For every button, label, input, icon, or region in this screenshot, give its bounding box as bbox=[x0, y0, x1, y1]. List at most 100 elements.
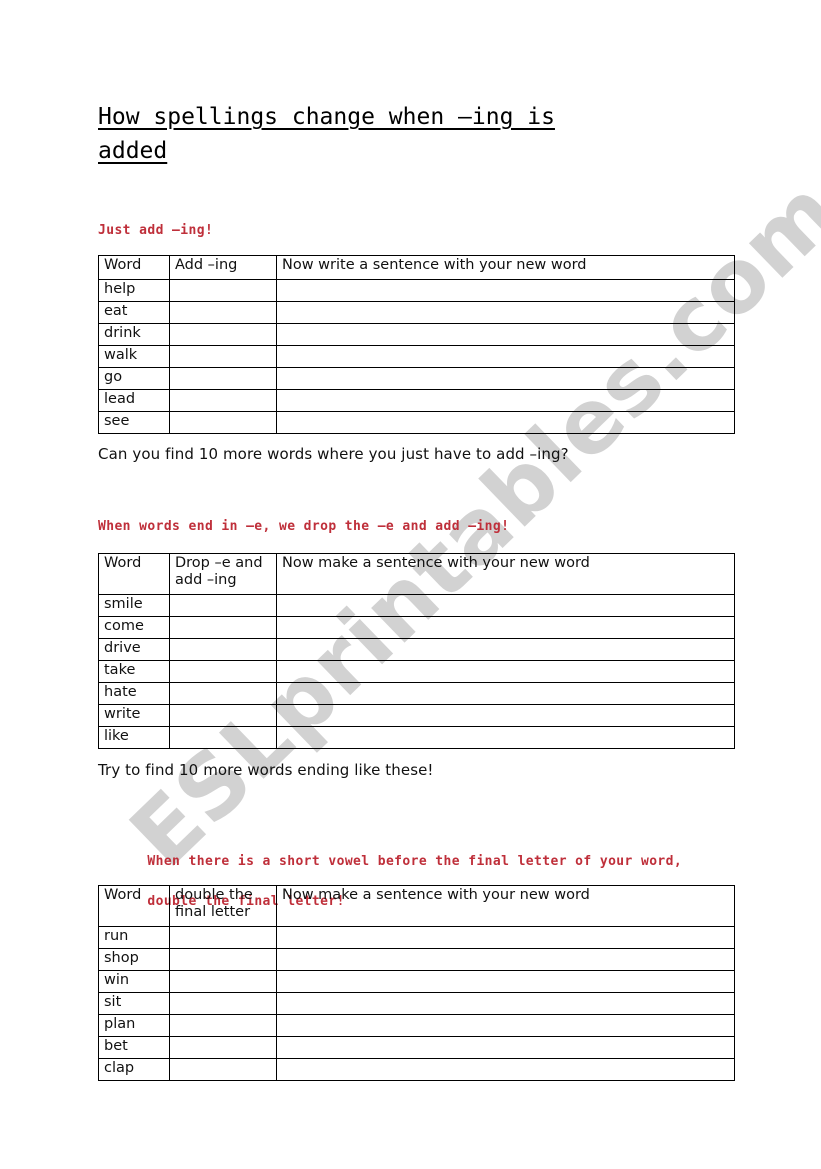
table-row: help bbox=[98, 279, 735, 302]
table-row: bet bbox=[98, 1036, 735, 1059]
word-cell: write bbox=[98, 704, 170, 727]
word-cell: like bbox=[98, 726, 170, 749]
word-cell: come bbox=[98, 616, 170, 639]
sentence-answer-cell[interactable] bbox=[276, 926, 735, 949]
table-row: drink bbox=[98, 323, 735, 346]
column-header-word: Word bbox=[98, 885, 170, 927]
sentence-answer-cell[interactable] bbox=[276, 682, 735, 705]
transform-answer-cell[interactable] bbox=[169, 948, 277, 971]
word-cell: hate bbox=[98, 682, 170, 705]
table-row: win bbox=[98, 970, 735, 993]
sentence-answer-cell[interactable] bbox=[276, 992, 735, 1015]
word-cell: bet bbox=[98, 1036, 170, 1059]
sentence-answer-cell[interactable] bbox=[276, 660, 735, 683]
sentence-answer-cell[interactable] bbox=[276, 367, 735, 390]
word-cell: walk bbox=[98, 345, 170, 368]
word-cell: plan bbox=[98, 1014, 170, 1037]
section-3-heading-line-1: When there is a short vowel before the f… bbox=[147, 854, 683, 869]
table-row: eat bbox=[98, 301, 735, 324]
column-header-word: Word bbox=[98, 255, 170, 280]
sentence-answer-cell[interactable] bbox=[276, 726, 735, 749]
table-row: drive bbox=[98, 638, 735, 661]
column-header-sentence: Now make a sentence with your new word bbox=[276, 885, 735, 927]
transform-answer-cell[interactable] bbox=[169, 301, 277, 324]
transform-answer-cell[interactable] bbox=[169, 345, 277, 368]
column-header-word: Word bbox=[98, 553, 170, 595]
transform-answer-cell[interactable] bbox=[169, 279, 277, 302]
table-row: see bbox=[98, 411, 735, 434]
transform-answer-cell[interactable] bbox=[169, 682, 277, 705]
transform-answer-cell[interactable] bbox=[169, 389, 277, 412]
transform-answer-cell[interactable] bbox=[169, 323, 277, 346]
transform-answer-cell[interactable] bbox=[169, 638, 277, 661]
transform-answer-cell[interactable] bbox=[169, 1036, 277, 1059]
transform-answer-cell[interactable] bbox=[169, 1014, 277, 1037]
sentence-answer-cell[interactable] bbox=[276, 704, 735, 727]
transform-answer-cell[interactable] bbox=[169, 726, 277, 749]
sentence-answer-cell[interactable] bbox=[276, 345, 735, 368]
table-row: take bbox=[98, 660, 735, 683]
word-cell: shop bbox=[98, 948, 170, 971]
transform-answer-cell[interactable] bbox=[169, 411, 277, 434]
table-row: plan bbox=[98, 1014, 735, 1037]
transform-answer-cell[interactable] bbox=[169, 660, 277, 683]
transform-answer-cell[interactable] bbox=[169, 1058, 277, 1081]
column-header-transform: Add –ing bbox=[169, 255, 277, 280]
word-cell: help bbox=[98, 279, 170, 302]
sentence-answer-cell[interactable] bbox=[276, 389, 735, 412]
word-cell: take bbox=[98, 660, 170, 683]
transform-answer-cell[interactable] bbox=[169, 704, 277, 727]
sentence-answer-cell[interactable] bbox=[276, 1014, 735, 1037]
table-row: lead bbox=[98, 389, 735, 412]
transform-answer-cell[interactable] bbox=[169, 367, 277, 390]
table-row: go bbox=[98, 367, 735, 390]
word-cell: drive bbox=[98, 638, 170, 661]
column-header-transform: double the final letter bbox=[169, 885, 277, 927]
transform-answer-cell[interactable] bbox=[169, 594, 277, 617]
sentence-answer-cell[interactable] bbox=[276, 1036, 735, 1059]
table-row: write bbox=[98, 704, 735, 727]
sentence-answer-cell[interactable] bbox=[276, 279, 735, 302]
sentence-answer-cell[interactable] bbox=[276, 323, 735, 346]
sentence-answer-cell[interactable] bbox=[276, 301, 735, 324]
column-header-sentence: Now write a sentence with your new word bbox=[276, 255, 735, 280]
table-row: like bbox=[98, 726, 735, 749]
section-2-followup: Try to find 10 more words ending like th… bbox=[98, 761, 434, 779]
word-cell: clap bbox=[98, 1058, 170, 1081]
transform-answer-cell[interactable] bbox=[169, 616, 277, 639]
table-row: clap bbox=[98, 1058, 735, 1081]
transform-answer-cell[interactable] bbox=[169, 992, 277, 1015]
sentence-answer-cell[interactable] bbox=[276, 1058, 735, 1081]
section-2-table: Word Drop –e and add –ing Now make a sen… bbox=[98, 553, 735, 749]
word-cell: smile bbox=[98, 594, 170, 617]
transform-answer-cell[interactable] bbox=[169, 970, 277, 993]
word-cell: go bbox=[98, 367, 170, 390]
word-cell: sit bbox=[98, 992, 170, 1015]
sentence-answer-cell[interactable] bbox=[276, 411, 735, 434]
table-row: walk bbox=[98, 345, 735, 368]
table-header-row: Word Add –ing Now write a sentence with … bbox=[98, 255, 735, 280]
section-2-heading: When words end in –e, we drop the –e and… bbox=[98, 519, 510, 534]
table-header-row: Word Drop –e and add –ing Now make a sen… bbox=[98, 553, 735, 595]
table-row: hate bbox=[98, 682, 735, 705]
word-cell: see bbox=[98, 411, 170, 434]
transform-answer-cell[interactable] bbox=[169, 926, 277, 949]
page-title: How spellings change when –ing is added bbox=[98, 100, 698, 168]
sentence-answer-cell[interactable] bbox=[276, 970, 735, 993]
table-row: smile bbox=[98, 594, 735, 617]
column-header-sentence: Now make a sentence with your new word bbox=[276, 553, 735, 595]
section-1-table: Word Add –ing Now write a sentence with … bbox=[98, 255, 735, 434]
page-title-line-1: How spellings change when –ing is bbox=[98, 104, 555, 130]
sentence-answer-cell[interactable] bbox=[276, 616, 735, 639]
section-1-followup: Can you find 10 more words where you jus… bbox=[98, 445, 569, 463]
sentence-answer-cell[interactable] bbox=[276, 948, 735, 971]
table-row: come bbox=[98, 616, 735, 639]
word-cell: drink bbox=[98, 323, 170, 346]
word-cell: lead bbox=[98, 389, 170, 412]
sentence-answer-cell[interactable] bbox=[276, 638, 735, 661]
sentence-answer-cell[interactable] bbox=[276, 594, 735, 617]
table-row: run bbox=[98, 926, 735, 949]
table-row: sit bbox=[98, 992, 735, 1015]
word-cell: run bbox=[98, 926, 170, 949]
word-cell: eat bbox=[98, 301, 170, 324]
